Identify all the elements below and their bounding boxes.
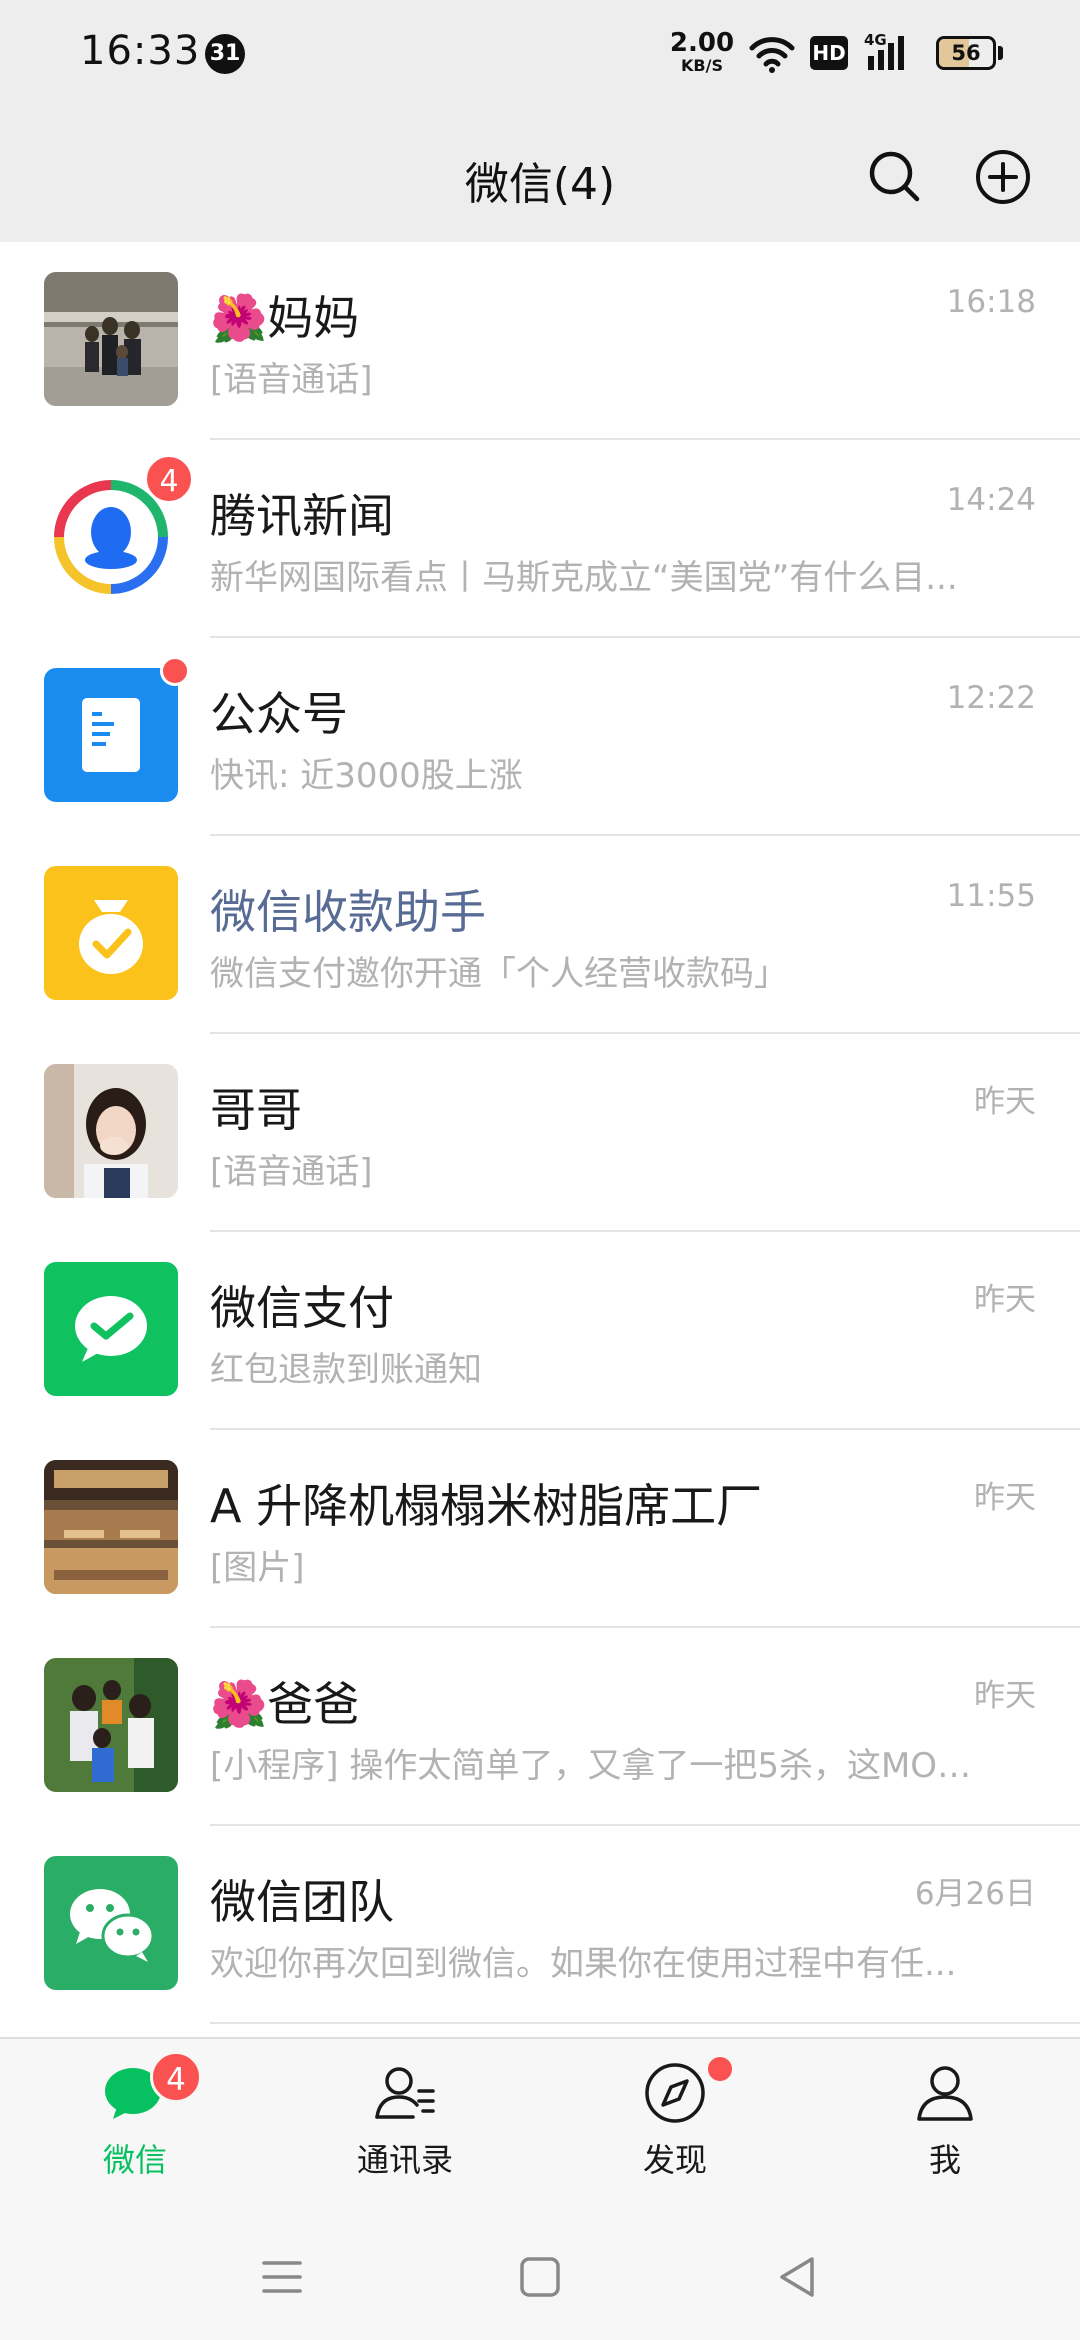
tab-discover[interactable]: 发现 (540, 2039, 810, 2209)
chat-name: 微信收款助手 (210, 885, 486, 939)
chat-item-mom[interactable]: 🌺妈妈 [语音通话] 16:18 (0, 242, 1080, 440)
chat-time: 昨天 (974, 1678, 1036, 1714)
unread-badge: 4 (144, 454, 194, 504)
chat-preview: [小程序] 操作太简单了，又拿了一把5杀，这MOB... (210, 1746, 990, 1786)
chat-name: 公众号 (210, 687, 348, 741)
chat-name: 微信团队 (210, 1875, 394, 1929)
money-bag-icon (79, 900, 143, 974)
avatar (44, 272, 178, 406)
tab-unread-badge: 4 (150, 2051, 202, 2103)
avatar (44, 1856, 178, 1990)
avatar: 4 (44, 454, 194, 604)
notification-count-badge: 31 (205, 34, 245, 74)
chat-time: 16:18 (946, 284, 1036, 320)
chat-preview: 红包退款到账通知 (210, 1350, 482, 1390)
wechat-logo-icon (70, 1889, 155, 1962)
back-icon[interactable] (768, 2247, 828, 2307)
chat-item-official-accounts[interactable]: 公众号 快讯: 近3000股上涨 12:22 (0, 638, 1080, 836)
chat-preview: 微信支付邀你开通「个人经营收款码」 (210, 954, 788, 994)
chat-item-dad[interactable]: 🌺爸爸 [小程序] 操作太简单了，又拿了一把5杀，这MOB... 昨天 (0, 1628, 1080, 1826)
chat-time: 昨天 (974, 1282, 1036, 1318)
chat-time: 6月26日 (914, 1876, 1036, 1912)
plus-circle-icon[interactable] (974, 148, 1032, 206)
chat-name: 🌺爸爸 (210, 1677, 360, 1731)
wechat-pay-icon (75, 1296, 147, 1362)
chat-item-wechat-team[interactable]: 微信团队 欢迎你再次回到微信。如果你在使用过程中有任... 6月26日 (0, 1826, 1080, 2024)
chat-time: 昨天 (974, 1084, 1036, 1120)
chat-time: 11:55 (946, 878, 1036, 914)
chat-preview: 欢迎你再次回到微信。如果你在使用过程中有任... (210, 1944, 957, 1984)
hd-icon: HD (810, 36, 848, 70)
contacts-icon (375, 2067, 435, 2119)
tab-label: 发现 (642, 2141, 707, 2179)
chat-item-tencent-news[interactable]: 4 腾讯新闻 新华网国际看点丨马斯克成立“美国党”有什么目... 14:24 (0, 440, 1080, 638)
chat-name: 微信支付 (210, 1281, 394, 1335)
avatar (44, 1262, 178, 1396)
chat-preview: [语音通话] (210, 1152, 373, 1192)
bottom-tab-bar: 4 微信 通讯录 发现 我 (0, 2037, 1080, 2207)
home-icon[interactable] (510, 2247, 570, 2307)
svg-text:4G: 4G (864, 31, 887, 49)
chat-preview: [语音通话] (210, 360, 373, 400)
chat-time: 昨天 (974, 1480, 1036, 1516)
avatar (44, 656, 190, 802)
tab-label: 微信 (102, 2141, 167, 2179)
compass-icon (645, 2063, 705, 2123)
avatar (44, 1658, 178, 1792)
chat-item-factory[interactable]: A 升降机榻榻米树脂席工厂 [图片] 昨天 (0, 1430, 1080, 1628)
chat-name: 哥哥 (210, 1083, 302, 1137)
tab-unread-dot (708, 2057, 732, 2081)
status-time: 16:33 (80, 28, 201, 74)
network-speed: 2.00 KB/S (668, 30, 736, 74)
battery-level: 56 (951, 41, 981, 65)
tab-label: 通讯录 (356, 2141, 453, 2179)
chat-name: A 升降机榻榻米树脂席工厂 (210, 1479, 763, 1533)
battery-icon: 56 (936, 36, 996, 70)
chat-item-brother[interactable]: 哥哥 [语音通话] 昨天 (0, 1034, 1080, 1232)
chat-list: 🌺妈妈 [语音通话] 16:18 4 腾讯新闻 新华网国际看点丨马斯克成立“美国… (0, 242, 1080, 2037)
avatar (44, 1460, 178, 1594)
chat-item-wechat-pay[interactable]: 微信支付 红包退款到账通知 昨天 (0, 1232, 1080, 1430)
avatar (44, 1064, 178, 1198)
tab-label: 我 (928, 2141, 961, 2179)
network-speed-unit: KB/S (681, 56, 723, 75)
menu-icon[interactable] (252, 2247, 312, 2307)
avatar (44, 866, 178, 1000)
system-nav-bar (0, 2207, 1080, 2340)
document-icon (82, 698, 140, 772)
status-bar: 16:33 31 2.00 KB/S HD 4G 56 (0, 0, 1080, 110)
divider (210, 2022, 1080, 2024)
network-speed-value: 2.00 (669, 28, 735, 58)
person-icon (917, 2066, 973, 2121)
search-icon[interactable] (866, 148, 922, 204)
chat-preview: 新华网国际看点丨马斯克成立“美国党”有什么目... (210, 558, 958, 598)
signal-4g-icon: 4G (864, 31, 904, 70)
tab-contacts[interactable]: 通讯录 (270, 2039, 540, 2209)
tab-me[interactable]: 我 (810, 2039, 1080, 2209)
app-header: 微信(4) (0, 110, 1080, 242)
unread-dot (160, 656, 190, 686)
chat-preview: 快讯: 近3000股上涨 (210, 756, 523, 796)
chat-time: 14:24 (946, 482, 1036, 518)
tab-chats[interactable]: 4 微信 (0, 2039, 270, 2209)
chat-name: 🌺妈妈 (210, 291, 360, 345)
chat-time: 12:22 (946, 680, 1036, 716)
wifi-icon (749, 37, 795, 73)
chat-name: 腾讯新闻 (210, 489, 394, 543)
chat-preview: [图片] (210, 1548, 305, 1588)
chat-item-payment-assistant[interactable]: 微信收款助手 微信支付邀你开通「个人经营收款码」 11:55 (0, 836, 1080, 1034)
